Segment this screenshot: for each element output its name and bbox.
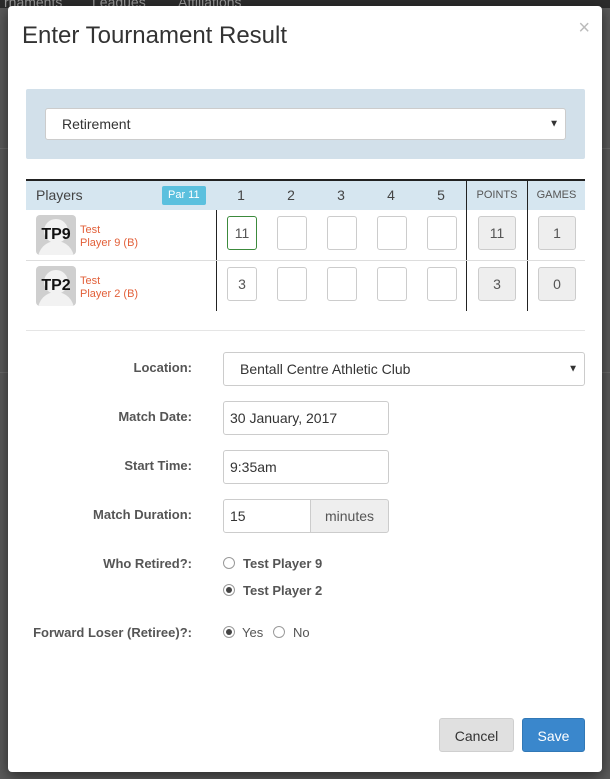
- par-badge: Par 11: [162, 186, 206, 205]
- game-header-3: 3: [337, 187, 345, 203]
- chevron-down-icon: ▼: [568, 363, 578, 375]
- close-icon[interactable]: ×: [578, 18, 590, 38]
- duration-input[interactable]: 15: [223, 499, 311, 533]
- score-input[interactable]: [377, 216, 407, 250]
- points-header: POINTS: [476, 189, 518, 201]
- player-name-line1: Test: [80, 275, 101, 287]
- score-table: Players Par 11 1 2 3 4 5 POINTS GAMES TP…: [26, 179, 585, 311]
- cancel-button[interactable]: Cancel: [439, 718, 514, 752]
- games-header: GAMES: [536, 189, 577, 201]
- forward-loser-no-label[interactable]: No: [293, 625, 310, 640]
- games-value: 1: [538, 216, 576, 250]
- start-time-input[interactable]: 9:35am: [223, 450, 389, 484]
- duration-unit: minutes: [310, 499, 389, 533]
- retired-player9-radio[interactable]: [223, 557, 235, 569]
- game-header-4: 4: [387, 187, 395, 203]
- save-button[interactable]: Save: [522, 718, 585, 752]
- avatar-initials: TP9: [41, 226, 71, 243]
- location-value: Bentall Centre Athletic Club: [240, 361, 411, 377]
- result-type-value: Retirement: [62, 116, 131, 132]
- location-select[interactable]: Bentall Centre Athletic Club ▼: [223, 352, 585, 386]
- result-type-select[interactable]: Retirement ▼: [45, 108, 566, 140]
- modal-title: Enter Tournament Result: [22, 22, 288, 49]
- table-divider: [527, 181, 528, 311]
- avatar: TP2: [36, 266, 76, 306]
- games-value: 0: [538, 267, 576, 301]
- score-input[interactable]: [377, 267, 407, 301]
- game-header-5: 5: [437, 187, 445, 203]
- retired-player2-radio[interactable]: [223, 584, 235, 596]
- start-time-label: Start Time:: [124, 458, 192, 473]
- score-input[interactable]: [427, 267, 457, 301]
- forward-loser-label: Forward Loser (Retiree)?:: [33, 625, 192, 640]
- player-name-line2: Player 9 (B): [80, 237, 139, 249]
- score-input[interactable]: [327, 267, 357, 301]
- retired-player9-label[interactable]: Test Player 9: [243, 556, 322, 571]
- who-retired-label: Who Retired?:: [103, 556, 192, 571]
- score-input[interactable]: 11: [227, 216, 257, 250]
- score-input[interactable]: [277, 216, 307, 250]
- game-header-2: 2: [287, 187, 295, 203]
- result-type-panel: Retirement ▼: [26, 89, 585, 159]
- match-date-label: Match Date:: [118, 409, 192, 424]
- table-divider: [466, 181, 467, 311]
- forward-loser-no-radio[interactable]: [273, 626, 285, 638]
- retired-player2-label[interactable]: Test Player 2: [243, 583, 322, 598]
- score-input[interactable]: [427, 216, 457, 250]
- chevron-down-icon: ▼: [549, 118, 559, 130]
- avatar: TP9: [36, 215, 76, 255]
- forward-loser-yes-radio[interactable]: [223, 626, 235, 638]
- game-header-1: 1: [237, 187, 245, 203]
- points-value: 3: [478, 267, 516, 301]
- players-header: Players: [36, 187, 83, 203]
- enter-result-modal: Enter Tournament Result × Retirement ▼ P…: [8, 6, 602, 772]
- player-name-line2: Player 2 (B): [80, 288, 139, 300]
- score-input[interactable]: [327, 216, 357, 250]
- forward-loser-yes-label[interactable]: Yes: [242, 625, 263, 640]
- row-separator: [26, 260, 585, 261]
- match-date-input[interactable]: 30 January, 2017: [223, 401, 389, 435]
- avatar-initials: TP2: [41, 277, 71, 294]
- player-name-line1: Test: [80, 224, 101, 236]
- points-value: 11: [478, 216, 516, 250]
- score-table-header: Players Par 11 1 2 3 4 5 POINTS GAMES: [26, 181, 585, 210]
- score-input[interactable]: 3: [227, 267, 257, 301]
- location-label: Location:: [133, 360, 193, 375]
- score-input[interactable]: [277, 267, 307, 301]
- duration-label: Match Duration:: [93, 507, 192, 522]
- section-divider: [26, 330, 585, 331]
